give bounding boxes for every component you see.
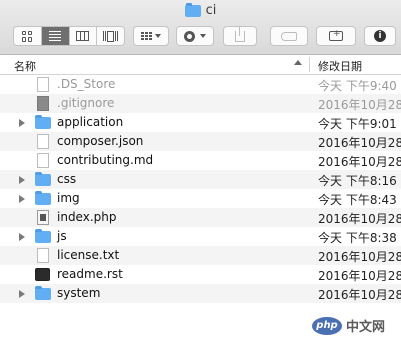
name-column-header[interactable]: 名称 [14,58,36,74]
file-date-modified: 2016年10月28 [318,288,401,302]
disclosure-triangle-icon[interactable] [19,233,25,241]
icon-view-icon [21,30,33,42]
file-name: css [57,172,77,186]
gray-document-icon [35,96,49,111]
file-name: .gitignore [57,96,115,110]
folder-icon [35,286,51,300]
file-name: contributing.md [57,153,154,167]
file-row[interactable]: license.txt 2016年10月28 [0,246,401,265]
tag-icon [281,31,297,41]
file-name: img [57,191,80,205]
file-name: index.php [57,210,117,224]
info-icon: i [374,30,386,42]
file-date-modified: 2016年10月28 [318,269,401,283]
column-view-button[interactable] [70,27,98,45]
list-header: 名称 修改日期 [0,55,401,75]
file-date-modified: 2016年10月28 [318,136,401,150]
arrange-button[interactable] [133,26,169,46]
file-date-modified: 今天 下午8:43 [318,193,397,207]
file-name: system [57,286,101,300]
sort-ascending-icon [294,60,302,67]
file-name: js [57,229,67,243]
file-name: license.txt [57,248,120,262]
date-modified-column-header[interactable]: 修改日期 [318,58,362,74]
document-icon [35,248,49,263]
watermark: php 中文网 [312,316,385,335]
file-name: .DS_Store [57,77,116,91]
file-date-modified: 今天 下午8:38 [318,231,397,245]
file-date-modified: 2016年10月28 [318,98,401,112]
new-folder-button[interactable] [316,26,356,46]
disclosure-triangle-icon[interactable] [19,119,25,127]
file-row[interactable]: system 2016年10月28 [0,284,401,303]
file-date-modified: 2016年10月28 [318,250,401,264]
document-icon [35,77,49,92]
list-view-icon [49,31,62,41]
info-button[interactable]: i [364,26,396,46]
file-row[interactable]: img 今天 下午8:43 [0,189,401,208]
file-name: composer.json [57,134,144,148]
file-date-modified: 今天 下午8:16 [318,174,397,188]
document-icon [35,153,49,168]
php-logo: php [312,316,342,335]
arrange-icon [141,32,161,40]
share-button[interactable] [223,25,257,46]
chevron-down-icon [155,34,161,38]
disclosure-triangle-icon[interactable] [19,290,25,298]
column-divider[interactable] [309,57,310,72]
file-name: readme.rst [57,267,123,281]
window-title-text: ci [205,3,217,18]
toolbar: ci + i [0,0,401,55]
column-view-icon [76,31,90,41]
disclosure-triangle-icon[interactable] [19,176,25,184]
file-row[interactable]: contributing.md 2016年10月28 [0,151,401,170]
finder-window: ci + i 名称 修改日期 .DS_Store 今天 下午9:40 .giti… [0,0,401,344]
new-folder-icon [329,29,343,41]
file-date-modified: 今天 下午9:01 [318,117,397,131]
share-icon [235,25,245,42]
folder-icon [35,191,51,205]
action-button[interactable] [176,26,214,46]
list-view-button[interactable] [41,27,70,45]
cover-flow-view-icon [103,30,119,42]
watermark-text: 中文网 [346,320,386,335]
file-row[interactable]: js 今天 下午8:38 [0,227,401,246]
file-list: .DS_Store 今天 下午9:40 .gitignore 2016年10月28 ap… [0,75,401,303]
file-row[interactable]: .DS_Store 今天 下午9:40 [0,75,401,94]
file-row[interactable]: .gitignore 2016年10月28 [0,94,401,113]
view-mode-selector [13,26,125,46]
folder-icon [35,229,51,243]
file-row[interactable]: application 今天 下午9:01 [0,113,401,132]
folder-icon [35,172,51,186]
file-date-modified: 今天 下午9:40 [318,79,397,93]
tag-button[interactable] [270,26,308,46]
file-row[interactable]: readme.rst 2016年10月28 [0,265,401,284]
disclosure-triangle-icon[interactable] [19,195,25,203]
file-name: application [57,115,124,129]
folder-icon [35,115,51,129]
php-file-icon [35,210,49,225]
folder-icon [184,2,201,17]
terminal-file-icon [35,267,50,281]
file-date-modified: 2016年10月28 [318,212,401,226]
gear-icon [184,30,195,42]
chevron-down-icon [200,34,206,38]
file-row[interactable]: composer.json 2016年10月28 [0,132,401,151]
file-date-modified: 2016年10月28 [318,155,401,169]
file-row[interactable]: index.php 2016年10月28 [0,208,401,227]
document-icon [35,134,49,149]
window-title: ci [0,2,401,18]
file-row[interactable]: css 今天 下午8:16 [0,170,401,189]
icon-view-button[interactable] [14,27,42,45]
cover-flow-view-button[interactable] [97,27,124,45]
